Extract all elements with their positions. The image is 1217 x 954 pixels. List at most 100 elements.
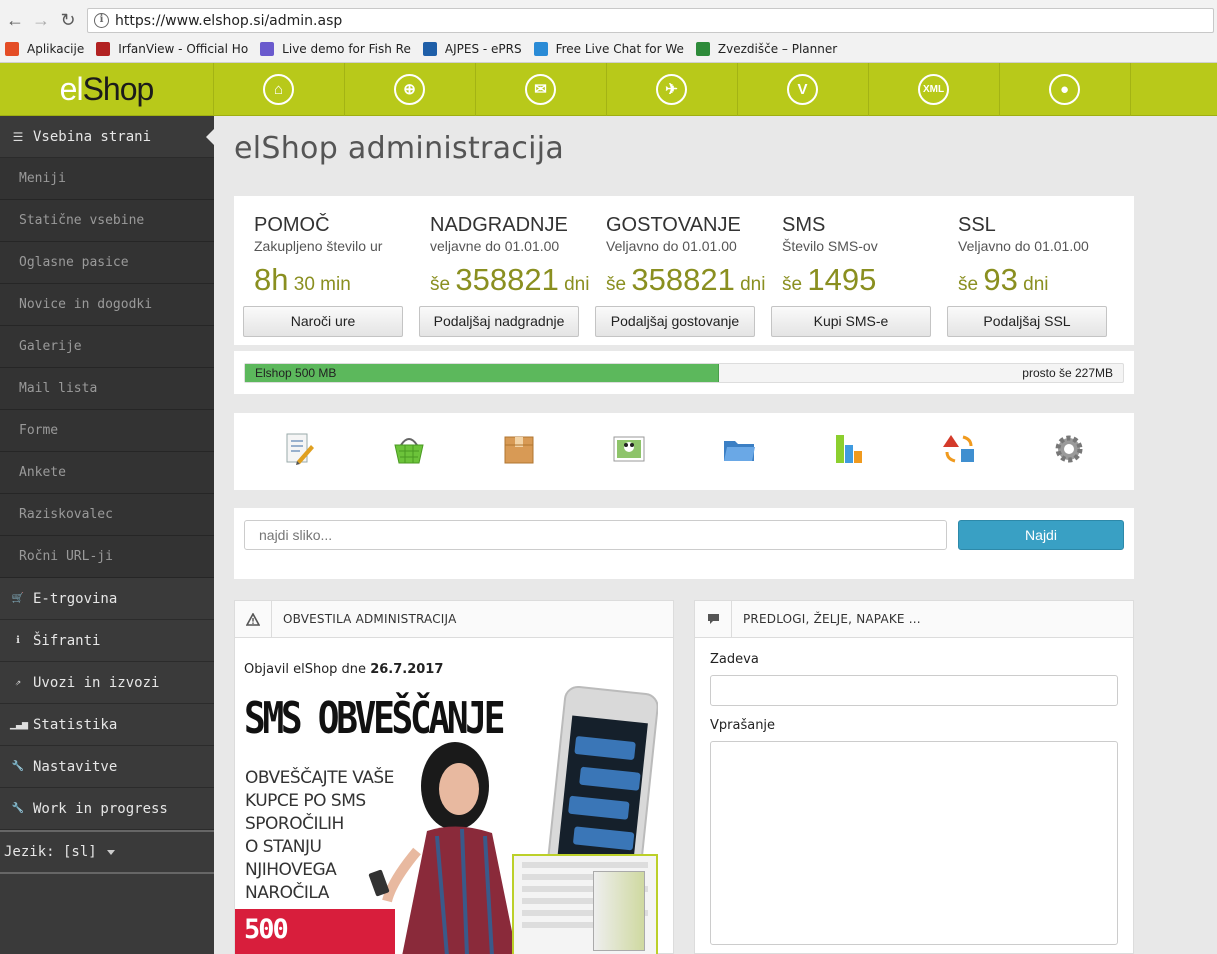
stat-suffix: dni [1017, 274, 1049, 295]
sidebar: ☰ Vsebina strani Meniji Statične vsebine O… [0, 116, 214, 954]
sidebar-subitem[interactable]: Ročni URL-ji [0, 536, 214, 578]
header-nav-button[interactable]: XML [868, 63, 999, 116]
stat-action-button[interactable]: Podaljšaj SSL [947, 306, 1107, 337]
subject-input[interactable] [710, 675, 1118, 706]
sidebar-subitem[interactable]: Statične vsebine [0, 200, 214, 242]
header-nav-button[interactable]: V [737, 63, 868, 116]
back-icon[interactable]: ← [4, 9, 26, 31]
bookmark-label: Free Live Chat for We [555, 42, 684, 56]
bookmark-label: Live demo for Fish Re [282, 42, 411, 56]
promo-banner: 500 SPOROČIL [235, 909, 395, 954]
stat-value-line: še 93 dni [958, 262, 1134, 298]
v-icon: V [787, 73, 818, 105]
bookmark-item[interactable]: Aplikacije [5, 42, 84, 56]
sidebar-section[interactable]: 🔧 Nastavitve [0, 746, 214, 788]
question-textarea[interactable] [710, 741, 1118, 945]
sidebar-section[interactable]: 🛒 E-trgovina [0, 578, 214, 620]
sidebar-section-label: Vsebina strani [33, 128, 152, 145]
stat-subtitle: Veljavno do 01.01.00 [606, 238, 737, 254]
bookmark-item[interactable]: Zvezdišče – Planner [695, 42, 838, 56]
sidebar-subitem[interactable]: Oglasne pasice [0, 242, 214, 284]
bookmark-favicon-icon [260, 42, 275, 56]
page-title: elShop administracija [234, 131, 565, 166]
bars-icon: ▁▃▅ [10, 719, 29, 730]
bookmark-favicon-icon [533, 42, 548, 56]
stat-prefix: še [782, 274, 808, 295]
site-info-icon[interactable]: i [94, 13, 109, 28]
bookmark-item[interactable]: Live demo for Fish Re [260, 42, 411, 56]
stat-value: 1495 [807, 262, 877, 297]
stat-subtitle: Število SMS-ov [782, 238, 878, 254]
bookmark-favicon-icon [96, 42, 111, 56]
news-panel-title: OBVESTILA ADMINISTRACIJA [283, 612, 457, 626]
language-selector[interactable]: Jezik: [sl] [0, 830, 214, 874]
info-icon: ℹ [16, 635, 20, 646]
search-button[interactable]: Najdi [958, 520, 1124, 550]
warning-icon [235, 600, 272, 638]
stat-action-button[interactable]: Naroči ure [243, 306, 403, 337]
stat-subtitle: Veljavno do 01.01.00 [958, 238, 1089, 254]
folder-icon[interactable] [721, 431, 757, 467]
stat-action-button[interactable]: Podaljšaj nadgradnje [419, 306, 579, 337]
sidebar-subitem[interactable]: Raziskovalec [0, 494, 214, 536]
stat-block: POMOČ Zakupljeno število ur 8h 30 min [254, 214, 430, 298]
package-icon[interactable] [501, 431, 537, 467]
image-search-input[interactable] [244, 520, 947, 550]
wrench-icon: 🔧 [11, 761, 25, 772]
stat-title: NADGRADNJE [430, 214, 568, 236]
sidebar-section-label: Nastavitve [33, 758, 118, 775]
image-icon[interactable] [611, 431, 647, 467]
browser-toolbar: ← → ↻ i https://www.elshop.si/admin.asp … [0, 0, 1217, 63]
sidebar-section-content[interactable]: ☰ Vsebina strani [0, 116, 214, 158]
header-nav-button[interactable]: ⊕ [344, 63, 475, 116]
storage-progress-bar: Elshop 500 MB prosto še 227MB [244, 363, 1124, 383]
header-nav-button[interactable]: ✉ [475, 63, 606, 116]
sidebar-section[interactable]: 🔧 Work in progress [0, 788, 214, 830]
stat-block: SMS Število SMS-ov še 1495 [782, 214, 958, 298]
promo-title: SMS OBVEŠČANJE [244, 693, 505, 744]
cart-icon: 🛒 [11, 593, 25, 604]
sms-promo-image[interactable]: SMS OBVEŠČANJE OBVEŠČAJTE VAŠE KUPCE PO S… [235, 681, 658, 954]
bookmark-item[interactable]: Free Live Chat for We [533, 42, 684, 56]
url-text[interactable]: https://www.elshop.si/admin.asp [115, 13, 342, 29]
stat-title: SSL [958, 214, 996, 236]
stat-action-button[interactable]: Podaljšaj gostovanje [595, 306, 755, 337]
sidebar-section[interactable]: ▁▃▅ Statistika [0, 704, 214, 746]
sidebar-subitem[interactable]: Forme [0, 410, 214, 452]
edit-document-icon[interactable] [281, 431, 317, 467]
reload-icon[interactable]: ↻ [57, 9, 79, 31]
sidebar-subitem[interactable]: Ankete [0, 452, 214, 494]
feedback-panel: PREDLOGI, ŽELJE, NAPAKE ... Zadeva Vpraš… [694, 600, 1134, 954]
sidebar-subitem[interactable]: Novice in dogodki [0, 284, 214, 326]
header-nav-button[interactable]: ⌂ [213, 63, 344, 116]
basket-icon[interactable] [391, 431, 427, 467]
settings-gear-icon[interactable] [1051, 431, 1087, 467]
header-nav-button[interactable]: ● [999, 63, 1130, 116]
stat-prefix: še [958, 274, 984, 295]
sidebar-section[interactable]: ⇗ Uvozi in izvozi [0, 662, 214, 704]
chevron-down-icon [106, 849, 115, 855]
stat-action-button[interactable]: Kupi SMS-e [771, 306, 931, 337]
stat-value-line: še 358821 dni [606, 262, 782, 298]
bookmarks-bar: Aplikacije IrfanView - Official Ho Live de… [0, 38, 1217, 60]
header-nav-button[interactable]: ✈ [606, 63, 737, 116]
globe-icon: ⊕ [394, 73, 425, 105]
forward-icon[interactable]: → [30, 9, 52, 31]
sidebar-subitem[interactable]: Galerije [0, 326, 214, 368]
storage-panel: Elshop 500 MB prosto še 227MB [234, 351, 1134, 394]
bookmark-label: Zvezdišče – Planner [717, 42, 838, 56]
address-bar[interactable]: i https://www.elshop.si/admin.asp [87, 8, 1214, 33]
stat-title: GOSTOVANJE [606, 214, 741, 236]
bar-chart-icon[interactable] [831, 431, 867, 467]
stat-suffix: dni [734, 274, 766, 295]
sidebar-section-label: E-trgovina [33, 590, 118, 607]
bookmark-item[interactable]: AJPES - ePRS [422, 42, 522, 56]
question-label: Vprašanje [710, 718, 776, 733]
sidebar-section[interactable]: ℹ Šifranti [0, 620, 214, 662]
sidebar-subitem[interactable]: Mail lista [0, 368, 214, 410]
stat-value-line: 8h 30 min [254, 262, 430, 298]
sidebar-subitem[interactable]: Meniji [0, 158, 214, 200]
elshop-logo[interactable]: elShop [0, 63, 213, 116]
bookmark-item[interactable]: IrfanView - Official Ho [96, 42, 248, 56]
shapes-icon[interactable] [941, 431, 977, 467]
